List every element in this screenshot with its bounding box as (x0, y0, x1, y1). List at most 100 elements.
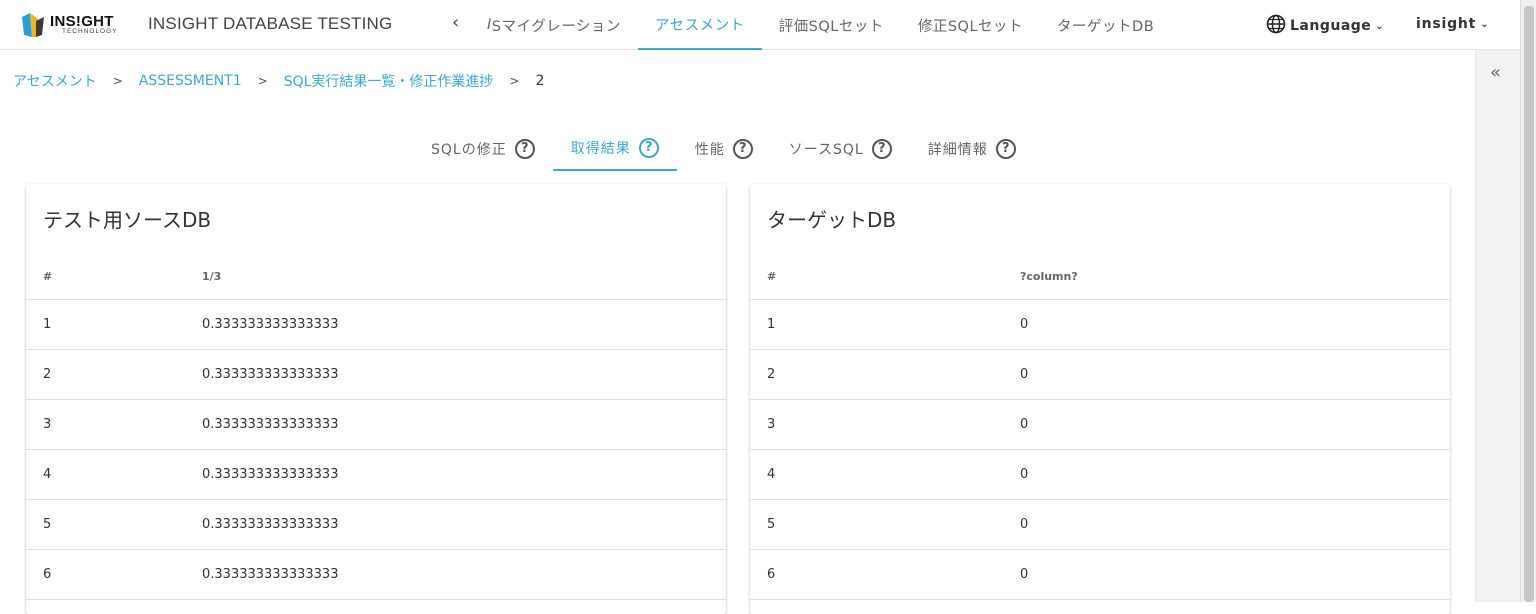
help-icon[interactable]: ? (871, 138, 892, 159)
tab-source-sql[interactable]: ソースSQL ? (771, 126, 910, 171)
source-db-panel: テスト用ソースDB # 1/3 1 0.333333333333333 2 0.33… (26, 184, 726, 614)
help-icon[interactable]: ? (638, 137, 659, 158)
cell-value: 0 (1020, 317, 1029, 332)
cell-value: 0 (1020, 367, 1029, 382)
nav-item-label: 修正SQLセット (917, 18, 1024, 35)
table-row: 50 (750, 500, 1450, 550)
breadcrumb-separator-icon: > (509, 74, 520, 88)
logo-sub-text: TECHNOLOGY (62, 28, 118, 36)
table-row: 4 0.333333333333333 (26, 450, 726, 500)
row-index: 3 (767, 417, 776, 432)
tab-label: 取得結果 (570, 140, 631, 157)
chevron-down-icon: ⌄ (1375, 20, 1385, 32)
result-rows: 1 0.333333333333333 2 0.333333333333333 3 0… (26, 300, 726, 600)
cell-value: 0 (1020, 567, 1029, 582)
table-row: 60 (750, 550, 1450, 600)
main-nav: I Sマイグレーション アセスメント 評価SQLセット 修正SQLセット ターゲッ… (470, 0, 1171, 50)
nav-item-label: 評価SQLセット (778, 18, 884, 35)
column-header[interactable]: ?column? (1020, 270, 1078, 283)
nav-back-chevron-icon[interactable]: ‹ (452, 12, 459, 33)
cell-value: 0 (1020, 467, 1029, 482)
table-row: 40 (750, 450, 1450, 500)
row-index: 6 (767, 567, 776, 582)
cell-value: 0.333333333333333 (202, 417, 339, 432)
nav-item-evaluation-sql-set[interactable]: 評価SQLセット (762, 0, 901, 50)
cell-value: 0 (1020, 417, 1029, 432)
tab-results[interactable]: 取得結果 ? (552, 126, 677, 171)
globe-icon (1266, 14, 1286, 38)
tab-label: SQLの修正 (431, 141, 507, 158)
cell-value: 0.333333333333333 (202, 517, 339, 532)
table-header: # ?column? (750, 250, 1450, 300)
nav-item-is-migration[interactable]: I Sマイグレーション (470, 0, 638, 50)
breadcrumb-assessment[interactable]: アセスメント (13, 71, 97, 91)
breadcrumb-current: 2 (535, 73, 545, 89)
row-index: 4 (43, 467, 52, 482)
breadcrumb-separator-icon: > (112, 74, 123, 88)
row-index: 6 (43, 567, 52, 582)
table-row: 30 (750, 400, 1450, 450)
row-index: 4 (767, 467, 776, 482)
panel-title: ターゲットDB (767, 208, 897, 232)
help-icon[interactable]: ? (732, 138, 753, 159)
language-label: Language (1290, 18, 1372, 34)
tab-label: 性能 (694, 141, 725, 158)
table-header: # 1/3 (26, 250, 726, 300)
help-icon[interactable]: ? (995, 138, 1016, 159)
row-index: 1 (43, 317, 52, 332)
breadcrumb: アセスメント > ASSESSMENT1 > SQL実行結果一覧・修正作業進捗 … (13, 71, 544, 91)
table-row: 20 (750, 350, 1450, 400)
row-index: 5 (43, 517, 52, 532)
tab-details[interactable]: 詳細情報 ? (910, 126, 1034, 171)
scrollbar-thumb[interactable] (1524, 6, 1534, 602)
user-menu[interactable]: insight ⌄ (1416, 16, 1489, 32)
breadcrumb-assessment1[interactable]: ASSESSMENT1 (139, 73, 242, 89)
collapse-panel-icon[interactable]: « (1490, 62, 1501, 83)
table-row: 2 0.333333333333333 (26, 350, 726, 400)
insight-logo-mark-icon (20, 11, 46, 39)
tab-label: 詳細情報 (927, 141, 988, 158)
nav-item-label: ターゲットDB (1057, 18, 1155, 35)
result-rows: 10 20 30 40 50 60 (750, 300, 1450, 600)
panel-title: テスト用ソースDB (43, 208, 212, 232)
right-side-panel: « (1475, 50, 1520, 602)
table-row: 10 (750, 300, 1450, 350)
row-index: 2 (767, 367, 776, 382)
target-db-panel: ターゲットDB # ?column? 10 20 30 40 50 60 (750, 184, 1450, 614)
table-row: 5 0.333333333333333 (26, 500, 726, 550)
tab-sql-fix[interactable]: SQLの修正 ? (413, 126, 553, 171)
page-scrollbar[interactable] (1520, 0, 1536, 602)
row-index: 2 (43, 367, 52, 382)
tab-label: ソースSQL (788, 141, 864, 158)
cell-value: 0.333333333333333 (202, 317, 339, 332)
help-icon[interactable]: ? (514, 138, 535, 159)
insight-logo[interactable]: INS!GHT TECHNOLOGY (20, 10, 118, 40)
cell-value: 0 (1020, 517, 1029, 532)
user-label: insight (1416, 16, 1477, 32)
column-header[interactable]: # (767, 270, 776, 283)
row-index: 1 (767, 317, 776, 332)
table-row: 1 0.333333333333333 (26, 300, 726, 350)
chevron-down-icon: ⌄ (1480, 18, 1490, 30)
nav-item-target-db[interactable]: ターゲットDB (1040, 0, 1171, 50)
row-index: 3 (43, 417, 52, 432)
breadcrumb-separator-icon: > (257, 74, 268, 88)
cell-value: 0.333333333333333 (202, 467, 339, 482)
cell-value: 0.333333333333333 (202, 567, 339, 582)
table-row: 3 0.333333333333333 (26, 400, 726, 450)
table-row: 6 0.333333333333333 (26, 550, 726, 600)
column-header[interactable]: # (43, 270, 52, 283)
language-menu[interactable]: Language ⌄ (1266, 14, 1384, 38)
nav-item-fix-sql-set[interactable]: 修正SQLセット (901, 0, 1040, 50)
row-index: 5 (767, 517, 776, 532)
tab-performance[interactable]: 性能 ? (677, 126, 771, 171)
nav-item-label: アセスメント (654, 17, 745, 34)
logo-main-text: INS!GHT (50, 13, 114, 31)
column-header[interactable]: 1/3 (202, 270, 221, 283)
app-title: INSIGHT DATABASE TESTING (148, 14, 393, 33)
top-bar: INS!GHT TECHNOLOGY INSIGHT DATABASE TEST… (0, 0, 1520, 50)
cell-value: 0.333333333333333 (202, 367, 339, 382)
nav-item-assessment[interactable]: アセスメント (637, 0, 762, 50)
breadcrumb-sql-results[interactable]: SQL実行結果一覧・修正作業進捗 (284, 71, 494, 91)
nav-item-label: Sマイグレーション (491, 18, 621, 35)
